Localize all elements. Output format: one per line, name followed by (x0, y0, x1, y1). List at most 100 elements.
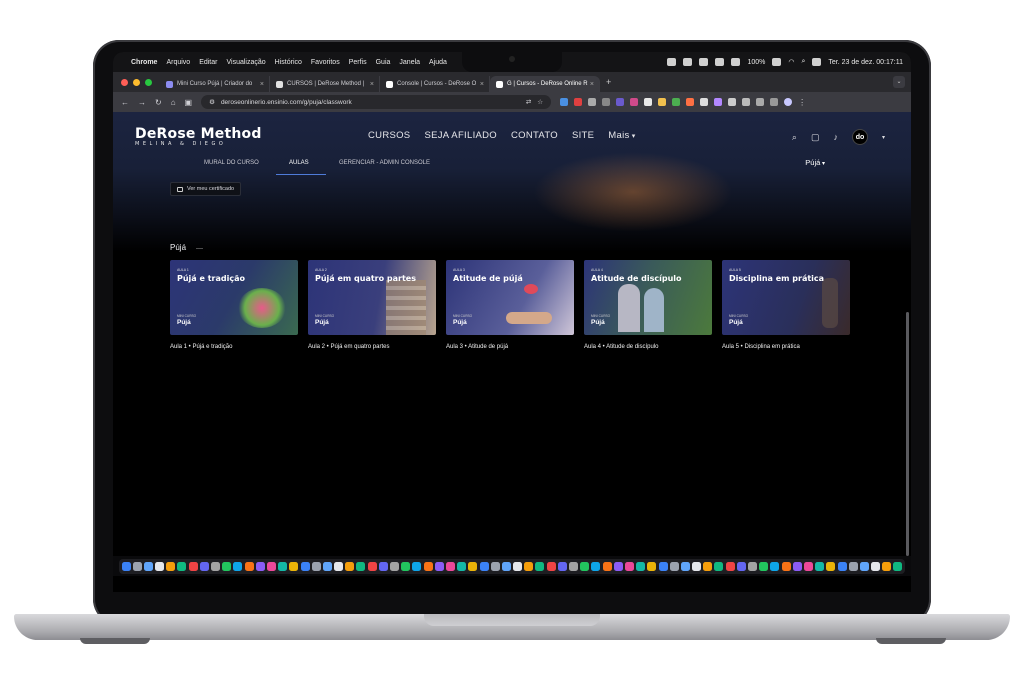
extension-icon[interactable] (644, 98, 653, 106)
split-view-icon[interactable] (770, 98, 779, 106)
lesson-thumbnail[interactable]: AULA 4 Atitude de discípulo MINI CURSO P… (584, 260, 712, 335)
dock-app-icon[interactable] (725, 562, 735, 571)
dock-app-icon[interactable] (233, 562, 243, 571)
translate-icon[interactable]: ⇄ (526, 98, 531, 106)
new-tab-icon[interactable]: + (606, 77, 611, 87)
browser-tab[interactable]: Console | Cursos - DeRose O × (380, 76, 490, 92)
dock-app-icon[interactable] (501, 562, 511, 571)
dock-app-icon[interactable] (680, 562, 690, 571)
lesson-card[interactable]: AULA 2 Pújá em quatro partes MINI CURSO … (308, 260, 436, 350)
dock-app-icon[interactable] (266, 562, 276, 571)
search-icon[interactable]: ⌕ (792, 132, 797, 143)
nav-seja-afiliado[interactable]: SEJA AFILIADO (424, 130, 497, 141)
menu-historico[interactable]: Histórico (275, 59, 302, 66)
lesson-thumbnail[interactable]: AULA 1 Pújá e tradição MINI CURSO Pújá (170, 260, 298, 335)
site-info-icon[interactable]: ⚙ (209, 98, 215, 106)
dock-app-icon[interactable] (602, 562, 612, 571)
dock-app-icon[interactable] (759, 562, 769, 571)
dock-app-icon[interactable] (412, 562, 422, 571)
browser-tab-active[interactable]: G | Cursos - DeRose Online R × (490, 76, 600, 92)
cart-icon[interactable]: ▢ (811, 132, 820, 143)
dock-app-icon[interactable] (132, 562, 142, 571)
dock-app-icon[interactable] (199, 562, 209, 571)
volume-icon[interactable] (715, 58, 725, 66)
nav-site[interactable]: SITE (572, 130, 594, 141)
control-center-icon[interactable] (812, 58, 822, 66)
dock-app-icon[interactable] (322, 562, 332, 571)
bookmark-star-icon[interactable]: ☆ (537, 98, 543, 106)
dock-app-icon[interactable] (882, 562, 892, 571)
dock-app-icon[interactable] (434, 562, 444, 571)
close-tab-icon[interactable]: × (260, 81, 264, 88)
dock-app-icon[interactable] (345, 562, 355, 571)
nav-contato[interactable]: CONTATO (511, 130, 558, 141)
dock-app-icon[interactable] (535, 562, 545, 571)
close-window-button[interactable] (121, 78, 128, 86)
dock-app-icon[interactable] (871, 562, 881, 571)
browser-tab[interactable]: Mini Curso Pújá | Criador do × (160, 76, 270, 92)
battery-icon[interactable] (772, 58, 782, 66)
dock-app-icon[interactable] (155, 562, 165, 571)
dock-app-icon[interactable] (613, 562, 623, 571)
extension-icon[interactable] (714, 98, 723, 106)
bluetooth-icon[interactable] (731, 58, 741, 66)
url-text[interactable]: deroseonlinerio.ensinio.com/g/puja/class… (221, 99, 520, 106)
dock-app-icon[interactable] (524, 562, 534, 571)
menu-favoritos[interactable]: Favoritos (311, 59, 340, 66)
dock-app-icon[interactable] (188, 562, 198, 571)
dock-app-icon[interactable] (591, 562, 601, 571)
dock-app-icon[interactable] (624, 562, 634, 571)
site-logo[interactable]: DeRose Method MELINA & DIEGO (135, 126, 262, 147)
bell-icon[interactable]: ♪ (833, 132, 838, 142)
dock-app-icon[interactable] (255, 562, 265, 571)
dock-app-icon[interactable] (401, 562, 411, 571)
user-avatar[interactable]: do (851, 129, 868, 145)
status-icon[interactable] (667, 58, 677, 66)
subnav-gerenciar-admin[interactable]: GERENCIAR - ADMIN CONSOLE (339, 160, 430, 166)
dock-app-icon[interactable] (748, 562, 758, 571)
course-selector-dropdown[interactable]: Pújá (805, 158, 825, 167)
dock-app-icon[interactable] (837, 562, 847, 571)
dock-app-icon[interactable] (546, 562, 556, 571)
dock-app-icon[interactable] (569, 562, 579, 571)
dock-app-icon[interactable] (311, 562, 321, 571)
dock-app-icon[interactable] (636, 562, 646, 571)
search-icon[interactable]: ⌕ (801, 58, 805, 66)
subnav-aulas[interactable]: AULAS (289, 160, 309, 166)
extension-icon[interactable] (574, 98, 583, 106)
forward-icon[interactable]: → (138, 98, 146, 107)
extension-icon[interactable] (602, 98, 611, 106)
dock-app-icon[interactable] (445, 562, 455, 571)
menu-guia[interactable]: Guia (376, 59, 391, 66)
profile-avatar-icon[interactable] (784, 98, 793, 106)
dock-app-icon[interactable] (859, 562, 869, 571)
menu-arquivo[interactable]: Arquivo (166, 59, 190, 66)
minimize-window-button[interactable] (133, 78, 140, 86)
dock-app-icon[interactable] (736, 562, 746, 571)
dock-app-icon[interactable] (781, 562, 791, 571)
dock-app-icon[interactable] (300, 562, 310, 571)
dock-app-icon[interactable] (803, 562, 813, 571)
dock-app-icon[interactable] (211, 562, 221, 571)
dock-app-icon[interactable] (289, 562, 299, 571)
dock-app-icon[interactable] (356, 562, 366, 571)
certificate-button[interactable]: Ver meu certificado (170, 182, 242, 196)
wifi-icon[interactable]: ◠ (788, 58, 794, 66)
dock-app-icon[interactable] (334, 562, 344, 571)
dock-app-icon[interactable] (557, 562, 567, 571)
extension-icon[interactable] (686, 98, 695, 106)
more-menu-icon[interactable]: ⋮ (798, 98, 806, 107)
home-icon[interactable]: ⌂ (171, 98, 176, 107)
extension-icon[interactable] (672, 98, 681, 106)
lesson-thumbnail[interactable]: AULA 5 Disciplina em prática MINI CURSO … (722, 260, 850, 335)
clock[interactable]: Ter. 23 de dez. 00:17:11 (828, 59, 903, 66)
menu-perfis[interactable]: Perfis (349, 59, 367, 66)
dock-app-icon[interactable] (166, 562, 176, 571)
lesson-card[interactable]: AULA 4 Atitude de discípulo MINI CURSO P… (584, 260, 712, 350)
dock-app-icon[interactable] (848, 562, 858, 571)
dock-app-icon[interactable] (143, 562, 153, 571)
lesson-card[interactable]: AULA 3 Atitude de pújá MINI CURSO Pújá A… (446, 260, 574, 350)
dock-app-icon[interactable] (121, 562, 131, 571)
menu-ajuda[interactable]: Ajuda (429, 59, 447, 66)
dock-app-icon[interactable] (457, 562, 467, 571)
